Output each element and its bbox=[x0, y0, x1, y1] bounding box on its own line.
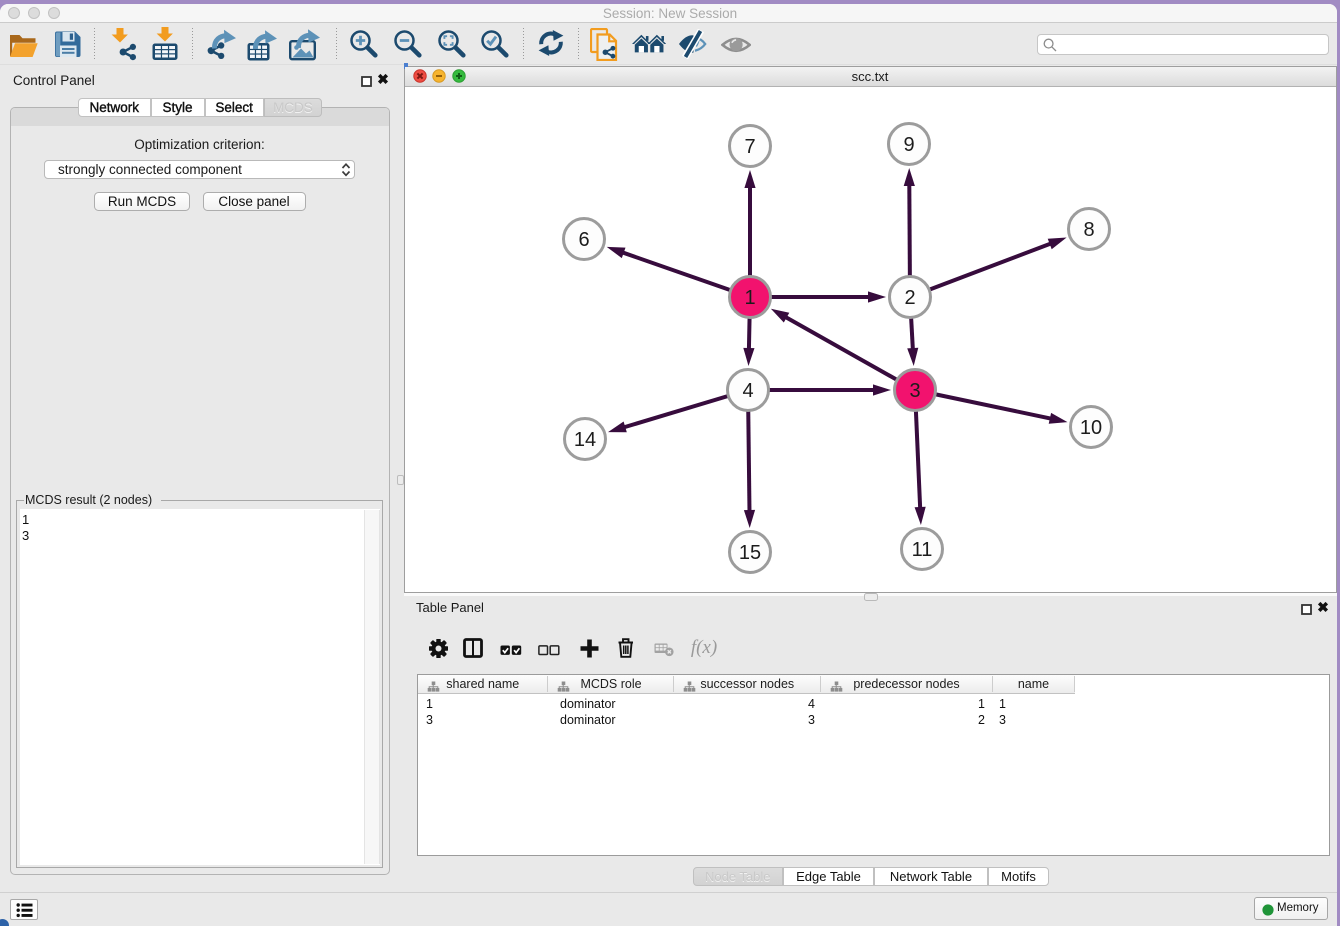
svg-text:3: 3 bbox=[909, 380, 920, 402]
svg-text:4: 4 bbox=[742, 380, 753, 402]
svg-text:9: 9 bbox=[903, 134, 914, 156]
svg-text:2: 2 bbox=[904, 287, 915, 309]
svg-text:8: 8 bbox=[1083, 219, 1094, 241]
svg-text:14: 14 bbox=[574, 429, 596, 451]
svg-text:7: 7 bbox=[744, 136, 755, 158]
svg-text:15: 15 bbox=[739, 542, 761, 564]
svg-text:10: 10 bbox=[1080, 417, 1102, 439]
svg-text:6: 6 bbox=[578, 229, 589, 251]
svg-text:1: 1 bbox=[744, 287, 755, 309]
svg-text:11: 11 bbox=[912, 539, 933, 561]
